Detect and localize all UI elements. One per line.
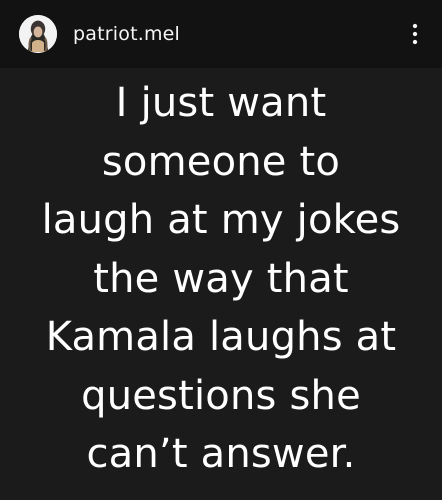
quote-line: Kamala laughs at — [45, 314, 397, 360]
instagram-post: patriot.mel I just want someone to laugh… — [0, 0, 442, 500]
quote-line: the way that — [93, 255, 349, 302]
quote-line: questions she — [81, 372, 361, 419]
profile-avatar[interactable] — [19, 15, 57, 53]
quote-text: I just want someone to laugh at my jokes… — [0, 74, 442, 484]
more-options-button[interactable] — [404, 16, 426, 52]
quote-line: can’t answer. — [86, 431, 356, 477]
avatar-image — [19, 15, 57, 53]
quote-line: I just want — [115, 80, 327, 126]
post-image: I just want someone to laugh at my jokes… — [0, 68, 442, 500]
more-options-vertical-dots-icon — [412, 23, 418, 45]
username[interactable]: patriot.mel — [73, 23, 180, 45]
quote-line: someone to — [101, 138, 341, 185]
post-header: patriot.mel — [0, 0, 442, 68]
quote-line: laugh at my jokes — [41, 197, 401, 243]
